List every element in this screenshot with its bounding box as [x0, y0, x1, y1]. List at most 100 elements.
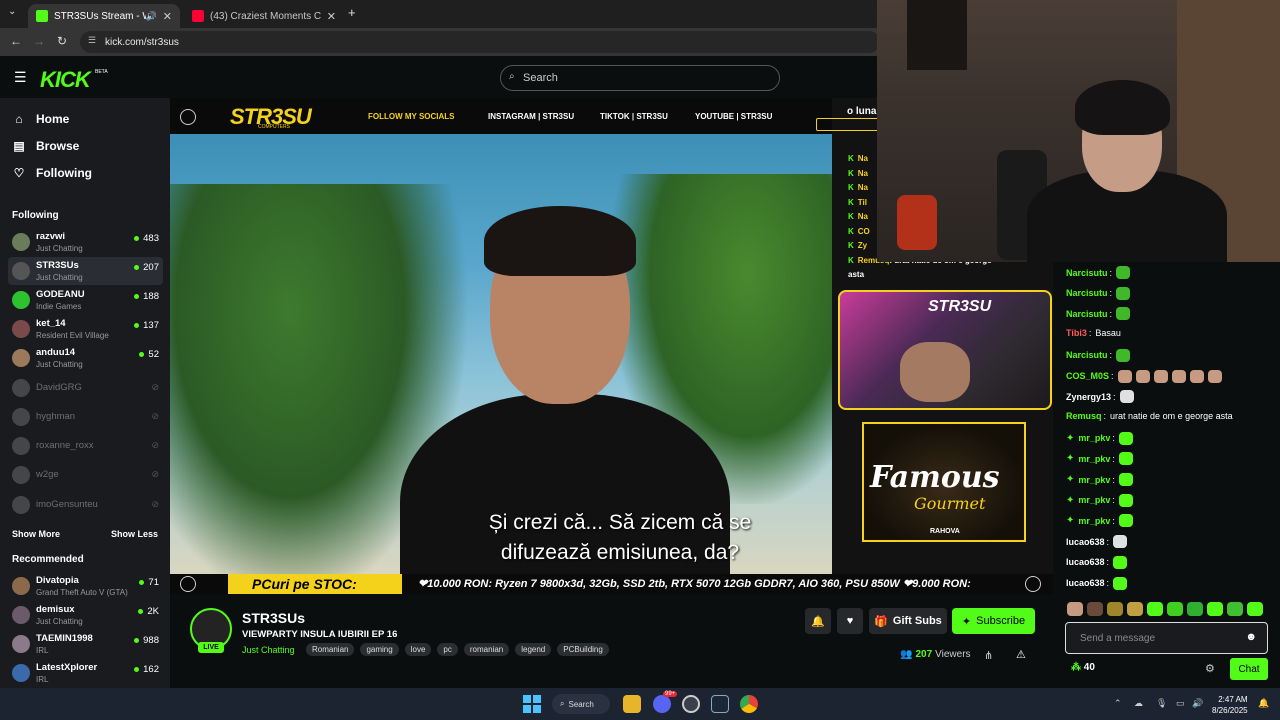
tag[interactable]: gaming: [360, 643, 399, 656]
chat-username[interactable]: mr_pkv: [1078, 433, 1110, 443]
sidebar-channel-offline[interactable]: DavidGRG ⊘: [8, 374, 163, 402]
chrome-icon[interactable]: [740, 695, 758, 713]
chat-username[interactable]: COS_M0S: [1066, 371, 1109, 381]
chat-username[interactable]: lucao638: [1066, 537, 1105, 547]
sidebar-channel[interactable]: Divatopia Grand Theft Auto V (GTA) 71: [8, 572, 163, 600]
notification-icon[interactable]: 🔔: [1258, 698, 1269, 709]
follow-button[interactable]: ♥: [837, 608, 863, 634]
emote-icon[interactable]: [1147, 602, 1163, 616]
sidebar-channel[interactable]: TAEMIN1998 IRL 988: [8, 630, 163, 658]
chat-username[interactable]: Remusq: [1066, 411, 1102, 421]
steam-icon[interactable]: [711, 695, 729, 713]
chat-send-button[interactable]: Chat: [1230, 658, 1268, 680]
channel-name[interactable]: STR3SUs: [242, 610, 305, 626]
chat-username[interactable]: mr_pkv: [1078, 516, 1110, 526]
chat-input[interactable]: Send a message ☻: [1065, 622, 1268, 654]
tab-list-icon[interactable]: ⌄: [8, 6, 16, 17]
sidebar-item-browse[interactable]: ▤ Browse: [12, 139, 79, 153]
tab-close-icon[interactable]: ✕: [327, 10, 336, 23]
sidebar-channel-offline[interactable]: roxanne_roxx ⊘: [8, 432, 163, 460]
app-icon[interactable]: [682, 695, 700, 713]
sidebar-channel[interactable]: STR3SUs Just Chatting 207: [8, 257, 163, 285]
report-icon[interactable]: ⚠: [1016, 648, 1026, 661]
stream-category[interactable]: Just Chatting: [242, 645, 295, 655]
chat-username[interactable]: Narcisutu: [1066, 309, 1108, 319]
tab-youtube[interactable]: (43) Craziest Moments Cops Fa ✕: [184, 4, 344, 28]
new-tab-button[interactable]: +: [348, 5, 356, 20]
menu-icon[interactable]: ☰: [14, 69, 27, 86]
show-more-button[interactable]: Show More: [12, 529, 60, 539]
chat-colon: :: [1109, 350, 1113, 361]
sidebar-item-home[interactable]: ⌂ Home: [12, 112, 69, 126]
gift-subs-button[interactable]: 🎁 Gift Subs: [869, 608, 947, 634]
volume-icon[interactable]: 🔊: [1192, 698, 1203, 709]
chat-colon: :: [1106, 578, 1110, 588]
tag[interactable]: Romanian: [306, 643, 355, 656]
speaker-icon[interactable]: 🔊: [146, 11, 157, 22]
chat-username[interactable]: Narcisutu: [1066, 268, 1108, 278]
subscribe-button[interactable]: ✦ Subscribe: [952, 608, 1035, 634]
site-header: ☰ KICK BETA ⌕ Search: [0, 56, 877, 98]
chat-username[interactable]: lucao638: [1066, 557, 1105, 567]
show-less-button[interactable]: Show Less: [111, 529, 158, 539]
back-icon[interactable]: ←: [10, 34, 22, 48]
tag[interactable]: love: [404, 643, 432, 656]
sidebar-channel[interactable]: razvwi Just Chatting 483: [8, 228, 163, 256]
emote-icon[interactable]: [1227, 602, 1243, 616]
cloud-icon[interactable]: ☁: [1134, 698, 1143, 709]
emote-icon[interactable]: [1107, 602, 1123, 616]
channel-points[interactable]: ⁂ 40: [1071, 662, 1095, 673]
tab-close-icon[interactable]: ✕: [163, 10, 172, 23]
tab-kick[interactable]: STR3SUs Stream - Watch Li 🔊 ✕: [28, 4, 180, 28]
chat-username[interactable]: mr_pkv: [1078, 454, 1110, 464]
emote-icon[interactable]: [1067, 602, 1083, 616]
chat-username[interactable]: mr_pkv: [1078, 495, 1110, 505]
discord-icon[interactable]: [653, 695, 671, 713]
sidebar-channel-offline[interactable]: imoGensunteu ⊘: [8, 491, 163, 519]
channel-name: Divatopia: [36, 575, 79, 586]
emote-icon[interactable]: [1167, 602, 1183, 616]
reload-icon[interactable]: ↻: [57, 34, 67, 48]
url-field[interactable]: ☰ kick.com/str3sus: [80, 31, 880, 53]
chat-username[interactable]: Tibi3: [1066, 328, 1087, 338]
windows-start-icon[interactable]: [523, 695, 541, 713]
taskbar-search[interactable]: ⌕ Search: [552, 694, 610, 714]
emote-icon[interactable]: [1127, 602, 1143, 616]
notification-bell-button[interactable]: 🔔: [805, 608, 831, 634]
tag[interactable]: pc: [437, 643, 458, 656]
chat-username[interactable]: mr_pkv: [1078, 475, 1110, 485]
chat-username[interactable]: Zynergy13: [1066, 392, 1111, 402]
kick-logo[interactable]: KICK: [40, 67, 91, 93]
share-icon[interactable]: ⋔: [984, 649, 993, 662]
search-input[interactable]: ⌕ Search: [500, 65, 780, 91]
sidebar-channel[interactable]: GODEANU Indie Games 188: [8, 286, 163, 314]
monitor-icon[interactable]: ▭: [1176, 698, 1185, 709]
forward-icon[interactable]: →: [33, 34, 45, 48]
emote-icon[interactable]: [1087, 602, 1103, 616]
sidebar-channel-offline[interactable]: w2ge ⊘: [8, 461, 163, 489]
emote-icon: [1171, 369, 1186, 383]
gear-icon[interactable]: ⚙: [1205, 662, 1215, 675]
sidebar-channel[interactable]: LatestXplorer IRL 162: [8, 659, 163, 687]
emote-icon[interactable]: [1247, 602, 1263, 616]
site-info-icon[interactable]: ☰: [88, 35, 96, 46]
tag[interactable]: romanian: [463, 643, 510, 656]
emote-icon[interactable]: [1207, 602, 1223, 616]
mic-icon[interactable]: 🎙: [1156, 698, 1167, 709]
emoji-icon[interactable]: ☻: [1245, 631, 1257, 643]
chat-colon: :: [1103, 410, 1107, 421]
file-explorer-icon[interactable]: [623, 695, 641, 713]
tag[interactable]: PCBuilding: [557, 643, 609, 656]
sidebar-channel[interactable]: ket_14 Resident Evil Village 137: [8, 315, 163, 343]
tag[interactable]: legend: [515, 643, 552, 656]
chat-username[interactable]: Narcisutu: [1066, 288, 1108, 298]
tray-chevron-icon[interactable]: ⌃: [1114, 698, 1122, 709]
chat-username[interactable]: lucao638: [1066, 578, 1105, 588]
sidebar-channel-offline[interactable]: hyghman ⊘: [8, 403, 163, 431]
chat-username[interactable]: Narcisutu: [1066, 350, 1108, 360]
sidebar-channel[interactable]: demisux Just Chatting 2K: [8, 601, 163, 629]
emote-icon[interactable]: [1187, 602, 1203, 616]
sidebar-channel[interactable]: anduu14 Just Chatting 52: [8, 344, 163, 372]
sidebar-item-following[interactable]: ♡ Following: [12, 166, 92, 180]
clock[interactable]: 2:47 AM 8/26/2025: [1212, 694, 1248, 716]
